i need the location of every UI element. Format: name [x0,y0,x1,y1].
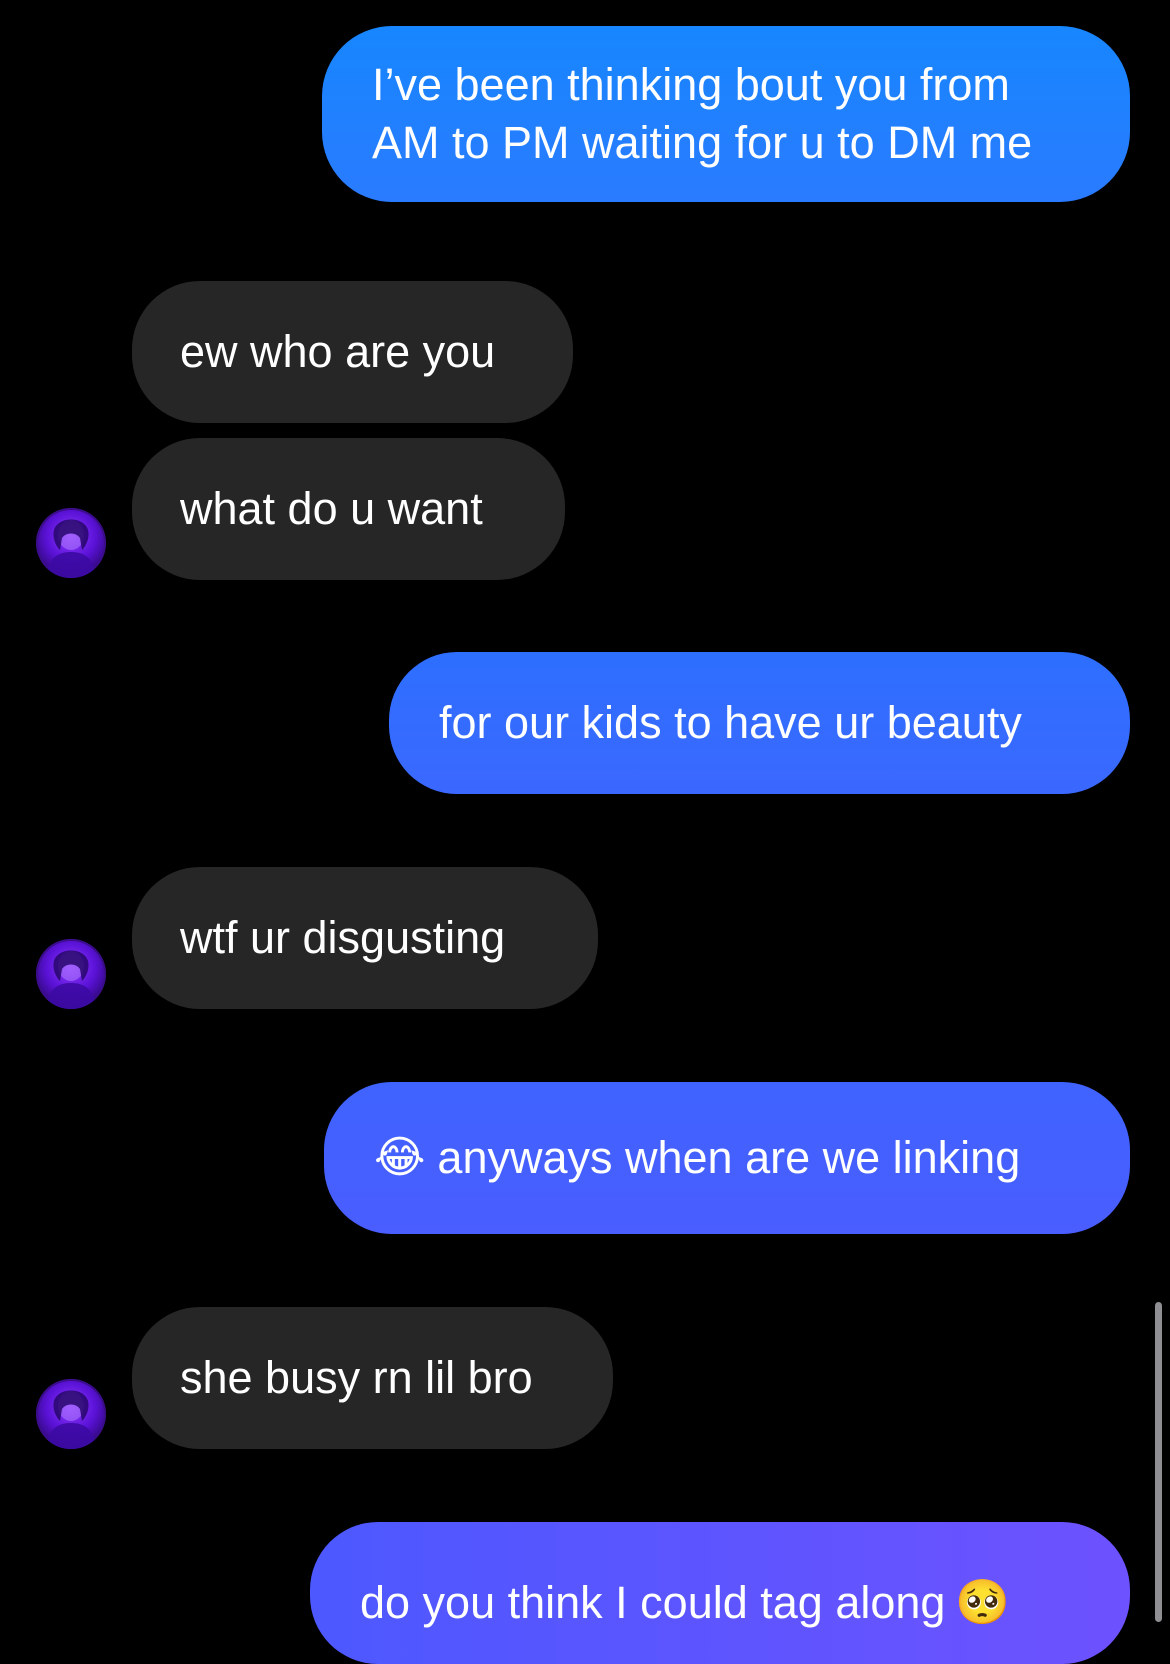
sent-message-bubble[interactable]: do you think I could tag along 🥺 [310,1522,1130,1664]
received-message-bubble[interactable]: ew who are you [132,281,573,423]
message-text: anyways when are we linking [437,1132,1021,1183]
received-message-bubble[interactable]: she busy rn lil bro [132,1307,613,1449]
message-text: AM to PM waiting for u to DM me [372,117,1033,168]
contact-avatar-icon[interactable] [36,508,106,578]
message-text: ew who are you [180,326,496,377]
tears-of-joy-emoji-icon: 😂 [374,1132,426,1183]
scrollbar[interactable] [1155,1302,1162,1622]
person-silhouette-icon [46,519,96,578]
person-silhouette-icon [46,1390,96,1449]
sent-message-bubble[interactable]: for our kids to have ur beauty [389,652,1130,794]
message-text: she busy rn lil bro [180,1352,533,1403]
message-text: for our kids to have ur beauty [439,697,1022,748]
person-silhouette-icon [46,950,96,1009]
message-text: I’ve been thinking bout you from [372,59,1010,110]
received-message-bubble[interactable]: wtf ur disgusting [132,867,598,1009]
contact-avatar-icon[interactable] [36,939,106,1009]
received-message-bubble[interactable]: what do u want [132,438,565,580]
sent-message-bubble[interactable]: I’ve been thinking bout you from AM to P… [322,26,1130,202]
message-text: wtf ur disgusting [180,912,506,963]
message-text: do you think I could tag along [360,1577,946,1628]
pleading-face-emoji-icon: 🥺 [955,1577,1011,1628]
message-text: what do u want [180,483,483,534]
sent-message-bubble[interactable]: 😂 anyways when are we linking [324,1082,1130,1234]
contact-avatar-icon[interactable] [36,1379,106,1449]
